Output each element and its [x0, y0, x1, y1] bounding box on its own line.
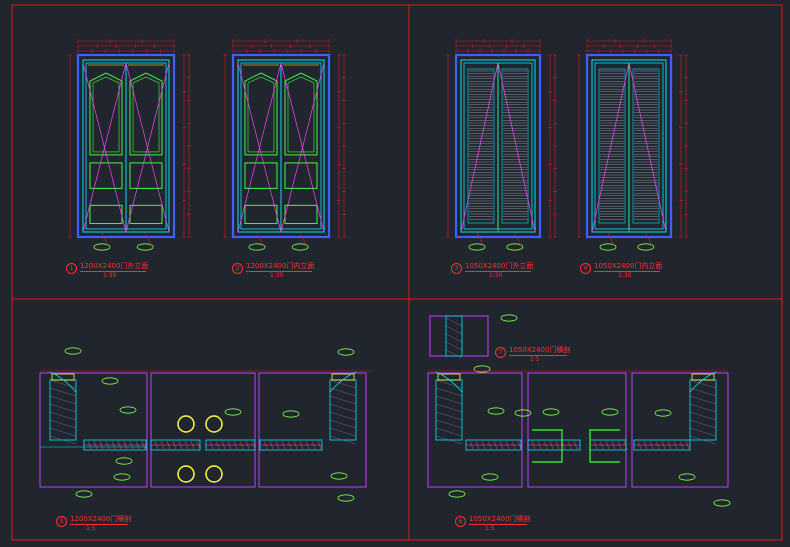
caption-number-5: 5 [56, 516, 67, 527]
caption-number-4: 4 [580, 263, 591, 274]
caption-number-7: 7 [495, 347, 506, 358]
caption-title-7: 1050X2400门横剖 [509, 346, 571, 354]
section-6-right [631, 371, 729, 488]
callout-tag [678, 473, 696, 481]
callout-tag [64, 347, 82, 355]
callout-tag [713, 499, 731, 507]
callout-tag [337, 348, 355, 356]
section-7 [429, 315, 489, 359]
callout-tag [487, 407, 505, 415]
callout-tag [542, 408, 560, 416]
caption-title-6: 1050X2400门横剖 [469, 515, 531, 523]
section-5-right [258, 371, 367, 488]
caption-scale-3: 1:30 [489, 272, 503, 279]
callout-tag [481, 473, 499, 481]
callout-tag [119, 406, 137, 414]
cad-drawing-canvas [11, 4, 783, 541]
callout-tag [282, 410, 300, 418]
caption-number-3: 3 [451, 263, 462, 274]
callout-tag [337, 494, 355, 502]
callout-tag [75, 490, 93, 498]
caption-scale-7: 1:5 [530, 356, 540, 363]
caption-scale-1: 1:30 [103, 272, 117, 279]
section-6-left [427, 371, 523, 488]
callout-tag [654, 409, 672, 417]
caption-title-1: 1200X2400门外立面 [80, 262, 149, 270]
caption-number-2: 2 [232, 263, 243, 274]
callout-tag [224, 408, 242, 416]
door-elevation-3 [446, 39, 557, 251]
section-5-center [150, 372, 256, 488]
caption-scale-2: 1:30 [270, 272, 284, 279]
callout-tag [115, 457, 133, 465]
caption-title-5: 1200X2400门横剖 [70, 515, 132, 523]
caption-title-2: 1200X2400门内立面 [246, 262, 315, 270]
door-elevation-2 [223, 39, 346, 251]
door-sections [39, 314, 731, 507]
caption-title-3: 1050X2400门外立面 [465, 262, 534, 270]
section-6-center [527, 372, 628, 488]
caption-number-6: 6 [455, 516, 466, 527]
callout-tag [500, 314, 518, 322]
callout-tag [101, 377, 119, 385]
caption-scale-5: 1:5 [86, 525, 96, 532]
door-elevation-1 [68, 39, 191, 251]
door-elevations [68, 39, 688, 251]
cad-drawing-sheet: 1 1200X2400门外立面 1:30 2 1200X2400门内立面 1:3… [0, 0, 790, 547]
caption-scale-4: 1:30 [618, 272, 632, 279]
section-5-left [39, 371, 148, 488]
caption-title-4: 1050X2400门内立面 [594, 262, 663, 270]
callout-tag [330, 472, 348, 480]
caption-scale-6: 1:5 [485, 525, 495, 532]
callout-tag [514, 409, 532, 417]
callout-tag [113, 473, 131, 481]
caption-number-1: 1 [66, 263, 77, 274]
door-elevation-4 [577, 39, 688, 251]
callout-tag [448, 490, 466, 498]
callout-tag [601, 408, 619, 416]
